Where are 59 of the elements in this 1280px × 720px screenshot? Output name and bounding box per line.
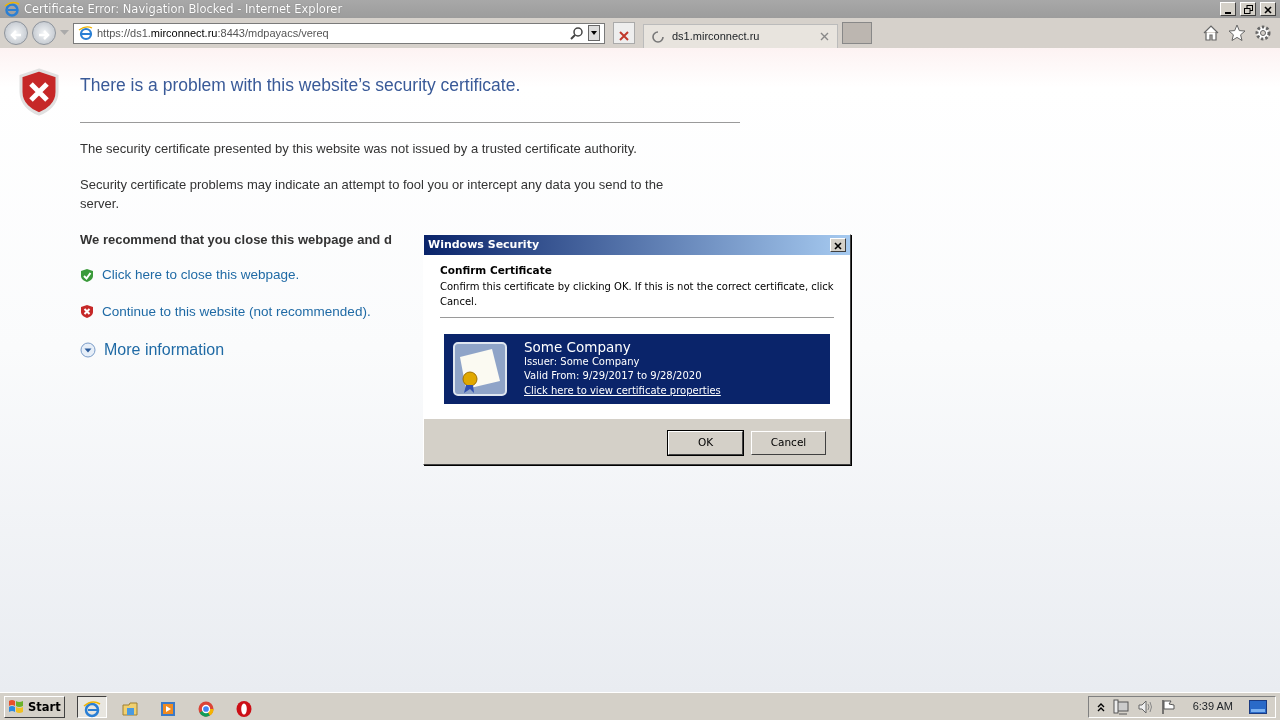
dropdown-button[interactable] <box>588 25 600 41</box>
paragraph: The security certificate presented by this website was not issued by a trusted certificate authority. <box>80 140 638 159</box>
window-title: Certificate Error: Navigation Blocked - Internet Explorer <box>24 2 343 16</box>
ok-button[interactable]: OK <box>668 431 743 455</box>
certificate-name: Some Company <box>524 339 632 356</box>
error-shield-icon <box>19 68 59 116</box>
certificate-issuer: Issuer: Some Company <box>524 355 641 370</box>
browser-logo-icon <box>78 25 93 41</box>
browser-logo-icon <box>4 1 20 17</box>
chevron-up-icon[interactable] <box>1096 701 1105 712</box>
home-icon[interactable] <box>1202 24 1220 42</box>
more-information-link[interactable]: More information <box>104 337 225 362</box>
settings-icon[interactable] <box>1254 24 1272 42</box>
restore-button[interactable] <box>1240 2 1256 16</box>
browser-logo-icon <box>82 700 101 719</box>
flag-icon[interactable] <box>1160 698 1177 715</box>
address-field[interactable]: https://ds1.mirconnect.ru:8443/mdpayacs/vereq <box>73 22 605 44</box>
error-heading: There is a problem with this website’s security certificate. <box>80 74 522 97</box>
error-shield-icon <box>80 304 94 320</box>
dialog-title: Windows Security <box>428 236 540 253</box>
url-text: https://ds1.mirconnect.ru:8443/mdpayacs/vereq <box>97 25 330 41</box>
close-icon <box>834 241 842 250</box>
network-icon[interactable] <box>1112 698 1129 715</box>
recommendation-text: We recommend that you close this webpage and d <box>80 230 392 249</box>
restore-icon <box>1243 5 1253 14</box>
continue-link[interactable]: Continue to this website (not recommended). <box>102 301 371 322</box>
cancel-button[interactable]: Cancel <box>751 431 826 455</box>
close-button[interactable] <box>830 238 846 252</box>
certificate-validity: Valid From: 9/29/2017 to 9/28/2020 <box>524 369 703 384</box>
close-webpage-link[interactable]: Click here to close this webpage. <box>102 265 300 286</box>
forward-arrow-icon <box>37 27 51 42</box>
stop-button[interactable] <box>613 22 635 44</box>
back-arrow-icon <box>9 27 23 42</box>
close-icon <box>618 29 630 42</box>
search-icon[interactable] <box>570 26 584 40</box>
expand-icon[interactable] <box>80 341 96 358</box>
check-shield-icon <box>80 267 94 283</box>
certificate-icon <box>452 340 508 397</box>
dialog-message: Confirm this certificate by clicking OK. If this is not the correct certificate, click Cancel. <box>440 279 834 309</box>
back-button[interactable] <box>4 21 28 45</box>
browser-tab[interactable]: ds1.mirconnect.ru <box>643 24 838 48</box>
paragraph: Security certificate problems may indicate an attempt to fool you or intercept any data you send to the server. <box>80 175 665 214</box>
certificate-properties-link[interactable]: Click here to view certificate properties <box>524 383 721 399</box>
start-button[interactable]: Start <box>4 695 65 718</box>
clock[interactable]: 6:39 AM <box>1192 698 1233 715</box>
start-logo-icon <box>8 699 24 714</box>
forward-button[interactable] <box>32 21 56 45</box>
minimize-button[interactable] <box>1220 2 1236 16</box>
loading-icon <box>652 30 664 43</box>
favorites-star-icon[interactable] <box>1228 24 1246 42</box>
close-tab-icon[interactable] <box>820 32 829 41</box>
taskbar-button[interactable] <box>76 695 107 718</box>
minimize-icon <box>1225 12 1231 14</box>
folder-icon <box>120 700 139 719</box>
close-icon <box>1264 5 1272 14</box>
show-desktop-icon[interactable] <box>1249 699 1267 714</box>
dialog-heading: Confirm Certificate <box>440 263 553 278</box>
close-button[interactable] <box>1260 2 1276 16</box>
speaker-icon[interactable] <box>1136 698 1153 715</box>
